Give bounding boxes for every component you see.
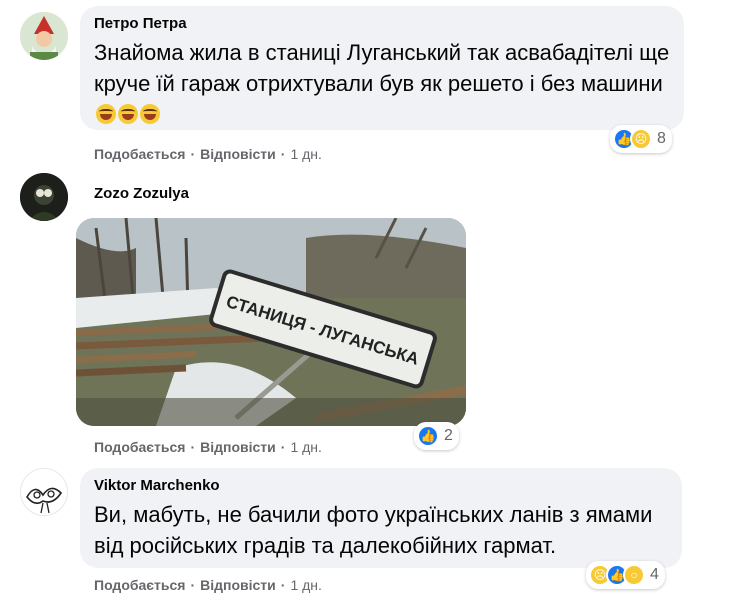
comment-3: Viktor Marchenko Ви, мабуть, не бачили ф… [0,0,747,598]
reply-link[interactable]: Відповісти [200,577,276,593]
separator: · [190,577,196,593]
comment-author[interactable]: Viktor Marchenko [94,476,668,496]
comment-bubble: Viktor Marchenko Ви, мабуть, не бачили ф… [80,468,682,568]
avatar[interactable] [20,468,68,516]
like-link[interactable]: Подобається [94,577,185,593]
reaction-count: 4 [650,566,659,583]
reaction-summary[interactable]: ☹ 👍 ○ 4 [586,561,665,589]
wow-reaction-icon: ○ [623,564,645,586]
separator: · [280,577,286,593]
timestamp-link[interactable]: 1 дн. [290,577,321,593]
comment-actions: Подобається · Відповісти · 1 дн. [94,576,322,594]
drawn-bird-avatar-image [21,469,67,515]
comment-text: Ви, мабуть, не бачили фото українських л… [94,502,653,558]
